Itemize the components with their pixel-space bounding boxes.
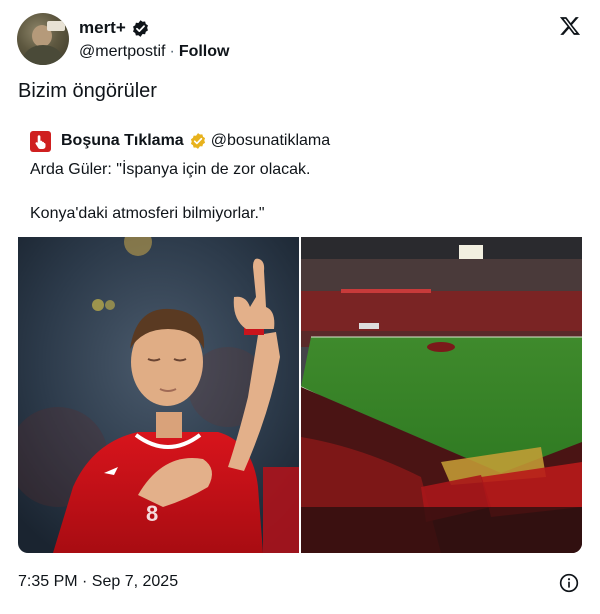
stadium-photo-art (301, 237, 582, 553)
tweet-text: Bizim öngörüler (18, 80, 157, 102)
gold-verified-badge-icon (190, 133, 205, 149)
quoted-author-name[interactable]: Boşuna Tıklama (61, 132, 184, 150)
author-meta: @mertpostif · Follow (79, 43, 229, 61)
avatar[interactable] (17, 13, 69, 65)
author-name-row: mert+ (79, 17, 229, 39)
quoted-text-line-1: Arda Güler: "İspanya için de zor olacak. (30, 161, 311, 178)
follow-button[interactable]: Follow (179, 43, 230, 60)
hand-glyph-icon (35, 134, 46, 149)
tweet-timestamp[interactable]: 7:35 PM · Sep 7, 2025 (18, 573, 178, 591)
avatar-tag (47, 21, 65, 31)
meta-separator: · (169, 43, 175, 60)
player-photo-art: 8 (18, 237, 299, 553)
player-pointing-up-photo[interactable]: 8 (18, 237, 299, 553)
author-handle[interactable]: @mertpostif (79, 43, 165, 60)
x-logo-icon[interactable] (559, 15, 581, 37)
info-icon[interactable] (559, 573, 579, 593)
author-block: mert+ @mertpostif · Follow (79, 17, 229, 61)
hand-pointer-logo-icon (30, 130, 51, 152)
author-display-name[interactable]: mert+ (79, 18, 126, 38)
quoted-tweet[interactable]: Boşuna Tıklama @bosunatiklama Arda Güler… (18, 121, 582, 553)
avatar-body (23, 45, 63, 65)
quoted-text-line-2: Konya'daki atmosferi bilmiyorlar." (30, 205, 265, 222)
stadium-crowd-photo[interactable] (301, 237, 582, 553)
quoted-author-handle[interactable]: @bosunatiklama (211, 132, 330, 150)
verified-badge-icon (132, 19, 148, 37)
svg-text:8: 8 (146, 501, 158, 526)
quoted-header: Boşuna Tıklama @bosunatiklama (30, 130, 330, 152)
